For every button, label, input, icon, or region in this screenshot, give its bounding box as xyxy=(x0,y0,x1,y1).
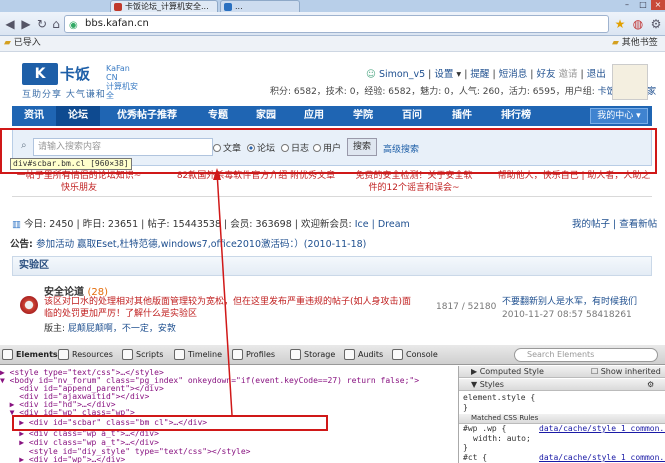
browser-tab-active[interactable]: 卡饭论坛_计算机安全... xyxy=(110,0,218,12)
site-logo[interactable]: K 卡饭 KaFan CN 计算机安全 互助分享 大气谦和 xyxy=(22,63,142,100)
minimize-icon[interactable]: – xyxy=(620,0,634,10)
nav-item-news[interactable]: 资讯 xyxy=(12,106,56,126)
newest-member-link[interactable]: Ice | Dream xyxy=(355,219,410,230)
section-header[interactable]: 实验区 xyxy=(12,256,652,276)
styles-pane: ▶ Computed Style ☐ Show inherited ▼ Style… xyxy=(458,366,665,463)
browser-tab-strip xyxy=(0,0,665,12)
main-nav: 资讯 论坛 优秀帖子推荐 专题 家园 应用 学院 百问 插件 排行榜 我的中心 … xyxy=(12,106,652,126)
highlight-box-dom xyxy=(12,415,328,431)
storage-icon xyxy=(290,349,301,360)
nav-item-rankings[interactable]: 排行榜 xyxy=(488,106,544,126)
tab-console[interactable]: Console xyxy=(392,348,438,362)
maximize-icon[interactable]: □ xyxy=(636,0,650,10)
my-threads-link[interactable]: 我的帖子 xyxy=(572,219,610,230)
messages-link[interactable]: 短消息 xyxy=(499,69,528,80)
nav-item-plugins[interactable]: 插件 xyxy=(436,106,488,126)
logout-link[interactable]: 退出 xyxy=(587,69,606,80)
forum-stats: ▥ 今日: 2450 | 昨日: 23651 | 帖子: 15443538 | … xyxy=(12,219,410,230)
forum-counts: 1817 / 52180 xyxy=(436,302,497,312)
show-inherited-checkbox[interactable]: ☐ Show inherited xyxy=(591,366,661,377)
timeline-icon xyxy=(174,349,185,360)
tab-elements[interactable]: Elements xyxy=(2,348,58,362)
forum-description: 该区对口水的处理相对其他版面管理较为宽松，但在这里发布严重违规的帖子(如人身攻击… xyxy=(44,297,412,319)
notifications-link[interactable]: 提醒 xyxy=(470,69,489,80)
settings-link[interactable]: 设置 xyxy=(434,69,453,80)
ad-link[interactable]: 82款国外杀毒软件官方介绍 附优秀文章 xyxy=(176,170,336,182)
css-rule-selector[interactable]: #ct { xyxy=(463,453,487,462)
other-bookmarks[interactable]: ▰ 其他书签 xyxy=(612,36,658,51)
elements-icon xyxy=(2,349,13,360)
audits-icon xyxy=(344,349,355,360)
console-icon xyxy=(392,349,403,360)
user-icon: ☺ xyxy=(366,69,376,80)
nav-item-forum[interactable]: 论坛 xyxy=(56,106,100,126)
avatar[interactable] xyxy=(612,64,648,100)
matched-rules-header: Matched CSS Rules xyxy=(459,414,665,424)
announcement-link[interactable]: 参加活动 赢取Eset,杜特范德,windows7,office2010激活码：… xyxy=(36,239,366,250)
nav-item-home[interactable]: 家园 xyxy=(242,106,290,126)
devtools-search-input[interactable]: Search Elements xyxy=(514,348,658,362)
computed-style-header[interactable]: ▶ Computed Style ☐ Show inherited xyxy=(459,366,665,378)
home-icon[interactable]: ⌂ xyxy=(48,16,64,32)
nav-item-recommended[interactable]: 优秀帖子推荐 xyxy=(100,106,194,126)
tab-audits[interactable]: Audits xyxy=(344,348,383,362)
invite-link[interactable]: 邀请 xyxy=(559,69,578,80)
globe-icon: ◉ xyxy=(69,20,78,31)
ad-link[interactable]: 一帖子里所有情侣的论坛知识~快乐朋友 xyxy=(14,170,144,194)
user-stats: 积分: 6582，技术: 0，经验: 6582，魅力: 0，人气: 260，活力… xyxy=(270,84,656,97)
announcement: 公告: 参加活动 赢取Eset,杜特范德,windows7,office2010… xyxy=(10,239,367,250)
browser-toolbar: ◀ ▶ ↻ ⌂ ◉ bbs.kafan.cn ★ ◍ ⚙ xyxy=(0,12,665,36)
nav-item-topics[interactable]: 专题 xyxy=(194,106,242,126)
profiles-icon xyxy=(232,349,243,360)
nav-item-academy[interactable]: 学院 xyxy=(338,106,388,126)
ad-link[interactable]: 帮助他人，快乐自己 | 助人者，人助之 xyxy=(496,170,652,182)
close-window-icon[interactable]: × xyxy=(651,0,665,10)
friends-link[interactable]: 好友 xyxy=(536,69,555,80)
folder-icon: ▰ xyxy=(612,38,619,48)
chart-icon: ▥ xyxy=(12,219,21,230)
resources-icon xyxy=(58,349,69,360)
gear-icon[interactable]: ⚙ xyxy=(647,379,654,390)
tab-storage[interactable]: Storage xyxy=(290,348,335,362)
view-new-link[interactable]: 查看新帖 xyxy=(619,219,657,230)
css-rule-selector[interactable]: #wp .wp { xyxy=(463,424,506,433)
scripts-icon xyxy=(122,349,133,360)
tab-profiles[interactable]: Profiles xyxy=(232,348,275,362)
my-center-dropdown[interactable]: 我的中心 ▾ xyxy=(590,108,648,124)
tab-favicon xyxy=(224,3,232,11)
last-post[interactable]: 不要翻新别人是水军，有时候我们 2010-11-27 08:57 58418261 xyxy=(502,296,637,322)
star-icon[interactable]: ★ xyxy=(612,16,628,32)
username-link[interactable]: Simon_v5 xyxy=(379,69,425,80)
inspector-tooltip: div#scbar.bm.cl [960×38] xyxy=(10,158,132,170)
back-arrow-icon[interactable]: ◀ xyxy=(2,16,18,32)
browser-tab[interactable]: ... xyxy=(220,0,300,12)
forum-moderators: 版主: 屁颠屁颠啊，不一定，安敦 xyxy=(44,324,176,334)
element-style-rule[interactable]: element.style { xyxy=(463,393,535,402)
css-source-link[interactable]: data/cache/style_1_common... xyxy=(539,453,665,462)
tab-resources[interactable]: Resources xyxy=(58,348,113,362)
kafan-favicon xyxy=(114,3,122,11)
tab-scripts[interactable]: Scripts xyxy=(122,348,163,362)
css-source-link[interactable]: data/cache/style_1_common... xyxy=(539,424,665,433)
bookmarks-bar: ▰ 已导入 ▰ 其他书签 xyxy=(0,36,665,52)
extension-icon[interactable]: ◍ xyxy=(630,16,646,32)
tab-timeline[interactable]: Timeline xyxy=(174,348,222,362)
address-bar[interactable]: ◉ bbs.kafan.cn xyxy=(64,15,609,33)
styles-header[interactable]: ▼ Styles ⚙ xyxy=(459,379,665,391)
folder-icon: ▰ xyxy=(4,38,11,48)
dom-node[interactable]: ▶ <div id="wp">…</div> xyxy=(0,454,125,463)
bookmark-folder[interactable]: ▰ 已导入 xyxy=(4,36,41,51)
user-bar: ☺ Simon_v5 | 设置 ▾ | 提醒 | 短消息 | 好友 邀请 | 退… xyxy=(366,69,606,80)
wrench-icon[interactable]: ⚙ xyxy=(648,16,664,32)
nav-item-faq[interactable]: 百问 xyxy=(388,106,436,126)
forum-icon xyxy=(20,296,38,314)
logo-k-mark: K xyxy=(22,63,58,85)
nav-item-apps[interactable]: 应用 xyxy=(290,106,338,126)
forward-arrow-icon[interactable]: ▶ xyxy=(18,16,34,32)
css-property[interactable]: width: auto; xyxy=(473,434,531,443)
ad-link[interactable]: 免费的安全检测！关于安全软件的12个谣言和误会~ xyxy=(354,170,474,194)
divider xyxy=(12,196,652,197)
